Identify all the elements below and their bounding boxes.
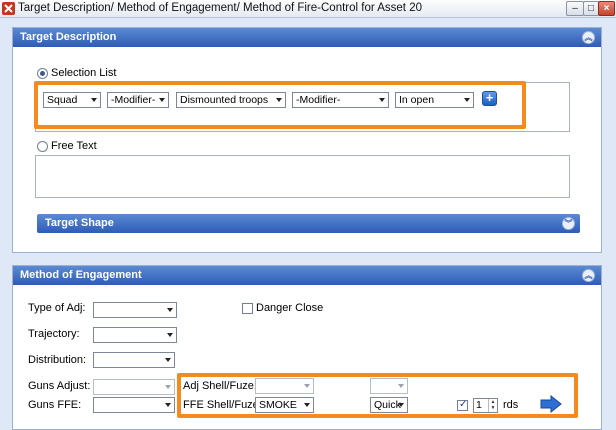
app-icon	[2, 2, 15, 15]
guns-adjust-select[interactable]	[93, 379, 175, 395]
chevron-down-icon	[165, 403, 171, 407]
target-shape-title: Target Shape	[45, 217, 114, 229]
distribution-select[interactable]	[93, 352, 175, 368]
target-description-header[interactable]: Target Description ︽	[13, 28, 601, 47]
expand-down-icon[interactable]: ︾	[562, 217, 575, 230]
danger-close-checkbox[interactable]	[242, 303, 253, 314]
shell-fuze-highlight-frame	[177, 373, 578, 418]
danger-close-label: Danger Close	[256, 302, 324, 314]
free-text-label: Free Text	[51, 140, 97, 152]
chevron-down-icon	[167, 333, 173, 337]
minimize-button[interactable]: –	[566, 1, 584, 16]
selection-list-label: Selection List	[51, 67, 117, 79]
method-of-engagement-title: Method of Engagement	[20, 269, 142, 281]
guns-adjust-label: Guns Adjust:	[28, 380, 91, 392]
close-button[interactable]: ×	[598, 1, 615, 16]
type-of-adj-select[interactable]	[93, 302, 177, 318]
selection-highlight-frame	[34, 81, 526, 129]
title-bar: Target Description/ Method of Engagement…	[0, 0, 616, 18]
method-of-engagement-panel: Method of Engagement ︽ Type of Adj: Dang…	[12, 265, 602, 430]
target-shape-header[interactable]: Target Shape ︾	[37, 214, 580, 233]
window-title: Target Description/ Method of Engagement…	[18, 2, 422, 14]
free-text-radio[interactable]	[37, 141, 48, 152]
chevron-down-icon	[167, 308, 173, 312]
target-description-panel: Target Description ︽ Selection List Squa…	[12, 27, 602, 253]
guns-ffe-select[interactable]	[93, 397, 175, 413]
target-description-title: Target Description	[20, 31, 117, 43]
trajectory-select[interactable]	[93, 327, 177, 343]
maximize-button[interactable]: □	[583, 1, 599, 16]
collapse-up-icon[interactable]: ︽	[582, 31, 595, 44]
trajectory-label: Trajectory:	[28, 328, 80, 340]
free-text-area[interactable]	[35, 155, 570, 198]
distribution-label: Distribution:	[28, 354, 87, 366]
method-of-engagement-header[interactable]: Method of Engagement ︽	[13, 266, 601, 285]
collapse-up-icon[interactable]: ︽	[582, 269, 595, 282]
type-of-adj-label: Type of Adj:	[28, 302, 86, 314]
selection-list-radio[interactable]	[37, 68, 48, 79]
chevron-down-icon	[165, 358, 171, 362]
chevron-down-icon	[165, 385, 171, 389]
guns-ffe-label: Guns FFE:	[28, 399, 82, 411]
